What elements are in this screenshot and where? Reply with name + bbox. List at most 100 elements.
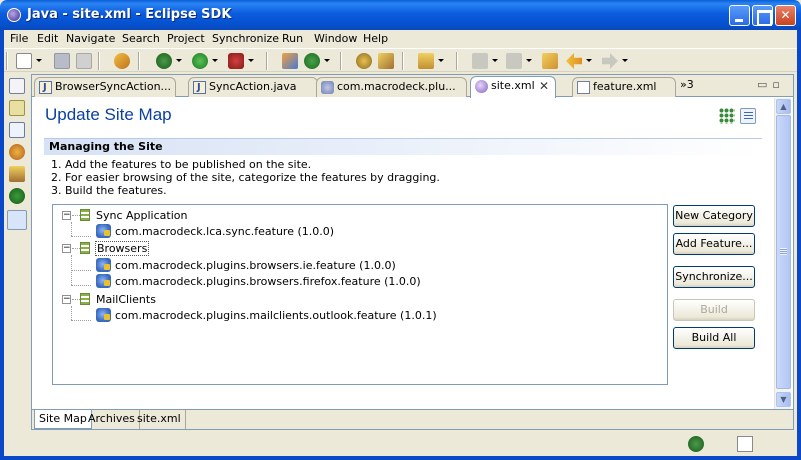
tab-label: com.macrodeck.plu... — [337, 80, 456, 93]
menu-help[interactable]: Help — [363, 32, 388, 45]
window-title: Java - site.xml - Eclipse SDK — [27, 7, 232, 22]
tree-connector — [71, 222, 72, 236]
category-sync-application[interactable]: Sync Application — [96, 209, 187, 222]
tab-site-xml[interactable]: site.xml ✕ — [470, 76, 556, 98]
hierarchy-icon[interactable] — [9, 122, 25, 138]
category-icon — [80, 242, 90, 254]
tab-archives[interactable]: Archives — [84, 410, 140, 429]
site-map-tree[interactable]: − Sync Application com.macrodeck.lca.syn… — [52, 204, 668, 385]
tab-sync-action[interactable]: SyncAction.java — [188, 77, 318, 97]
progress-icon[interactable] — [688, 436, 704, 452]
build-button[interactable]: Build — [673, 299, 755, 321]
menu-bar: File Edit Navigate Search Project Synchr… — [4, 30, 797, 48]
save-icon[interactable] — [54, 53, 70, 69]
open-perspective-dropdown-icon[interactable] — [438, 59, 444, 62]
toolbar-separator — [402, 52, 404, 70]
menu-run[interactable]: Run — [282, 32, 303, 45]
open-task-icon[interactable] — [378, 53, 394, 69]
feature-item[interactable]: com.macrodeck.plugins.mailclients.outloo… — [115, 309, 437, 322]
grid-view-icon[interactable] — [719, 108, 735, 124]
toolbar-separator — [138, 52, 140, 70]
new-dropdown-icon[interactable] — [36, 59, 42, 62]
collapse-mailclients[interactable]: − — [62, 295, 71, 304]
feature-item[interactable]: com.macrodeck.lca.sync.feature (1.0.0) — [115, 225, 334, 238]
last-edit-icon[interactable] — [542, 53, 558, 69]
tab-plugin-manifest[interactable]: com.macrodeck.plu... — [316, 77, 467, 97]
menu-window[interactable]: Window — [314, 32, 357, 45]
tree-connector — [71, 285, 91, 286]
toolbar-separator — [340, 52, 342, 70]
forward-icon[interactable] — [602, 53, 618, 69]
next-annotation-dropdown-icon[interactable] — [492, 59, 498, 62]
back-dropdown-icon[interactable] — [586, 59, 592, 62]
tab-overflow-button[interactable]: »3 — [680, 78, 694, 91]
minimize-button[interactable] — [729, 5, 750, 26]
run-dropdown-icon[interactable] — [212, 59, 218, 62]
previous-annotation-icon[interactable] — [506, 53, 522, 69]
external-tools-icon[interactable] — [228, 53, 244, 69]
instruction-step: 2. For easier browsing of the site, cate… — [51, 171, 440, 184]
debug-dropdown-icon[interactable] — [176, 59, 182, 62]
tab-browser-sync-action[interactable]: BrowserSyncAction... — [34, 77, 176, 97]
menu-file[interactable]: File — [10, 32, 28, 45]
debug-view-icon[interactable] — [9, 188, 25, 204]
scrollbar-thumb[interactable] — [776, 115, 791, 389]
junit-icon[interactable] — [9, 100, 25, 116]
outline-icon[interactable] — [9, 144, 25, 160]
print-icon[interactable] — [76, 53, 92, 69]
maximize-button[interactable] — [752, 5, 773, 26]
menu-synchronize[interactable]: Synchronize — [212, 32, 279, 45]
feature-item[interactable]: com.macrodeck.plugins.browsers.ie.featur… — [115, 259, 396, 272]
menu-edit[interactable]: Edit — [37, 32, 58, 45]
menu-navigate[interactable]: Navigate — [66, 32, 115, 45]
synchronize-button[interactable]: Synchronize... — [673, 266, 755, 288]
build-all-button[interactable]: Build All — [673, 327, 755, 349]
previous-annotation-dropdown-icon[interactable] — [526, 59, 532, 62]
main-toolbar — [4, 48, 797, 72]
tree-connector — [72, 299, 80, 300]
new-icon[interactable] — [16, 53, 32, 69]
toolbar-separator — [98, 52, 100, 70]
tree-connector — [72, 215, 80, 216]
title-bar[interactable]: Java - site.xml - Eclipse SDK — [0, 0, 801, 30]
close-button[interactable] — [775, 5, 796, 26]
new-category-button[interactable]: New Category — [673, 205, 755, 227]
toolbar-separator — [266, 52, 268, 70]
problems-icon[interactable] — [9, 166, 25, 182]
debug-icon[interactable] — [156, 53, 172, 69]
java-perspective-icon[interactable] — [7, 210, 27, 230]
new-class-dropdown-icon[interactable] — [324, 59, 330, 62]
fast-view-icon[interactable] — [737, 436, 753, 452]
refresh-icon[interactable] — [114, 53, 130, 69]
vertical-scrollbar[interactable]: ▲ ▼ — [774, 98, 791, 409]
tab-site-xml-source[interactable]: site.xml — [133, 410, 186, 429]
editor-minimize-maximize[interactable]: ▭▫ — [757, 78, 785, 91]
feature-xml-icon — [577, 81, 590, 94]
forward-dropdown-icon[interactable] — [622, 59, 628, 62]
add-feature-button[interactable]: Add Feature... — [673, 233, 755, 255]
java-file-icon — [39, 79, 52, 97]
next-annotation-icon[interactable] — [472, 53, 488, 69]
external-tools-dropdown-icon[interactable] — [248, 59, 254, 62]
list-view-icon[interactable] — [740, 108, 756, 124]
open-type-icon[interactable] — [282, 53, 298, 69]
category-browsers[interactable]: Browsers — [95, 241, 150, 256]
run-icon[interactable] — [192, 53, 208, 69]
tab-feature-xml[interactable]: feature.xml — [572, 77, 676, 97]
collapse-browsers[interactable]: − — [62, 244, 71, 253]
category-mailclients[interactable]: MailClients — [96, 293, 156, 306]
site-xml-icon — [475, 80, 488, 93]
close-tab-icon[interactable]: ✕ — [539, 77, 549, 95]
new-class-icon[interactable] — [304, 53, 320, 69]
back-icon[interactable] — [566, 53, 582, 69]
search-icon[interactable] — [356, 53, 372, 69]
scroll-down-icon[interactable]: ▼ — [776, 392, 791, 407]
package-explorer-icon[interactable] — [9, 78, 25, 94]
scroll-up-icon[interactable]: ▲ — [776, 99, 791, 114]
open-perspective-icon[interactable] — [418, 53, 434, 69]
editor-area: BrowserSyncAction... SyncAction.java com… — [31, 74, 794, 430]
feature-item[interactable]: com.macrodeck.plugins.browsers.firefox.f… — [115, 275, 421, 288]
menu-project[interactable]: Project — [167, 32, 205, 45]
collapse-sync-application[interactable]: − — [62, 211, 71, 220]
menu-search[interactable]: Search — [122, 32, 160, 45]
